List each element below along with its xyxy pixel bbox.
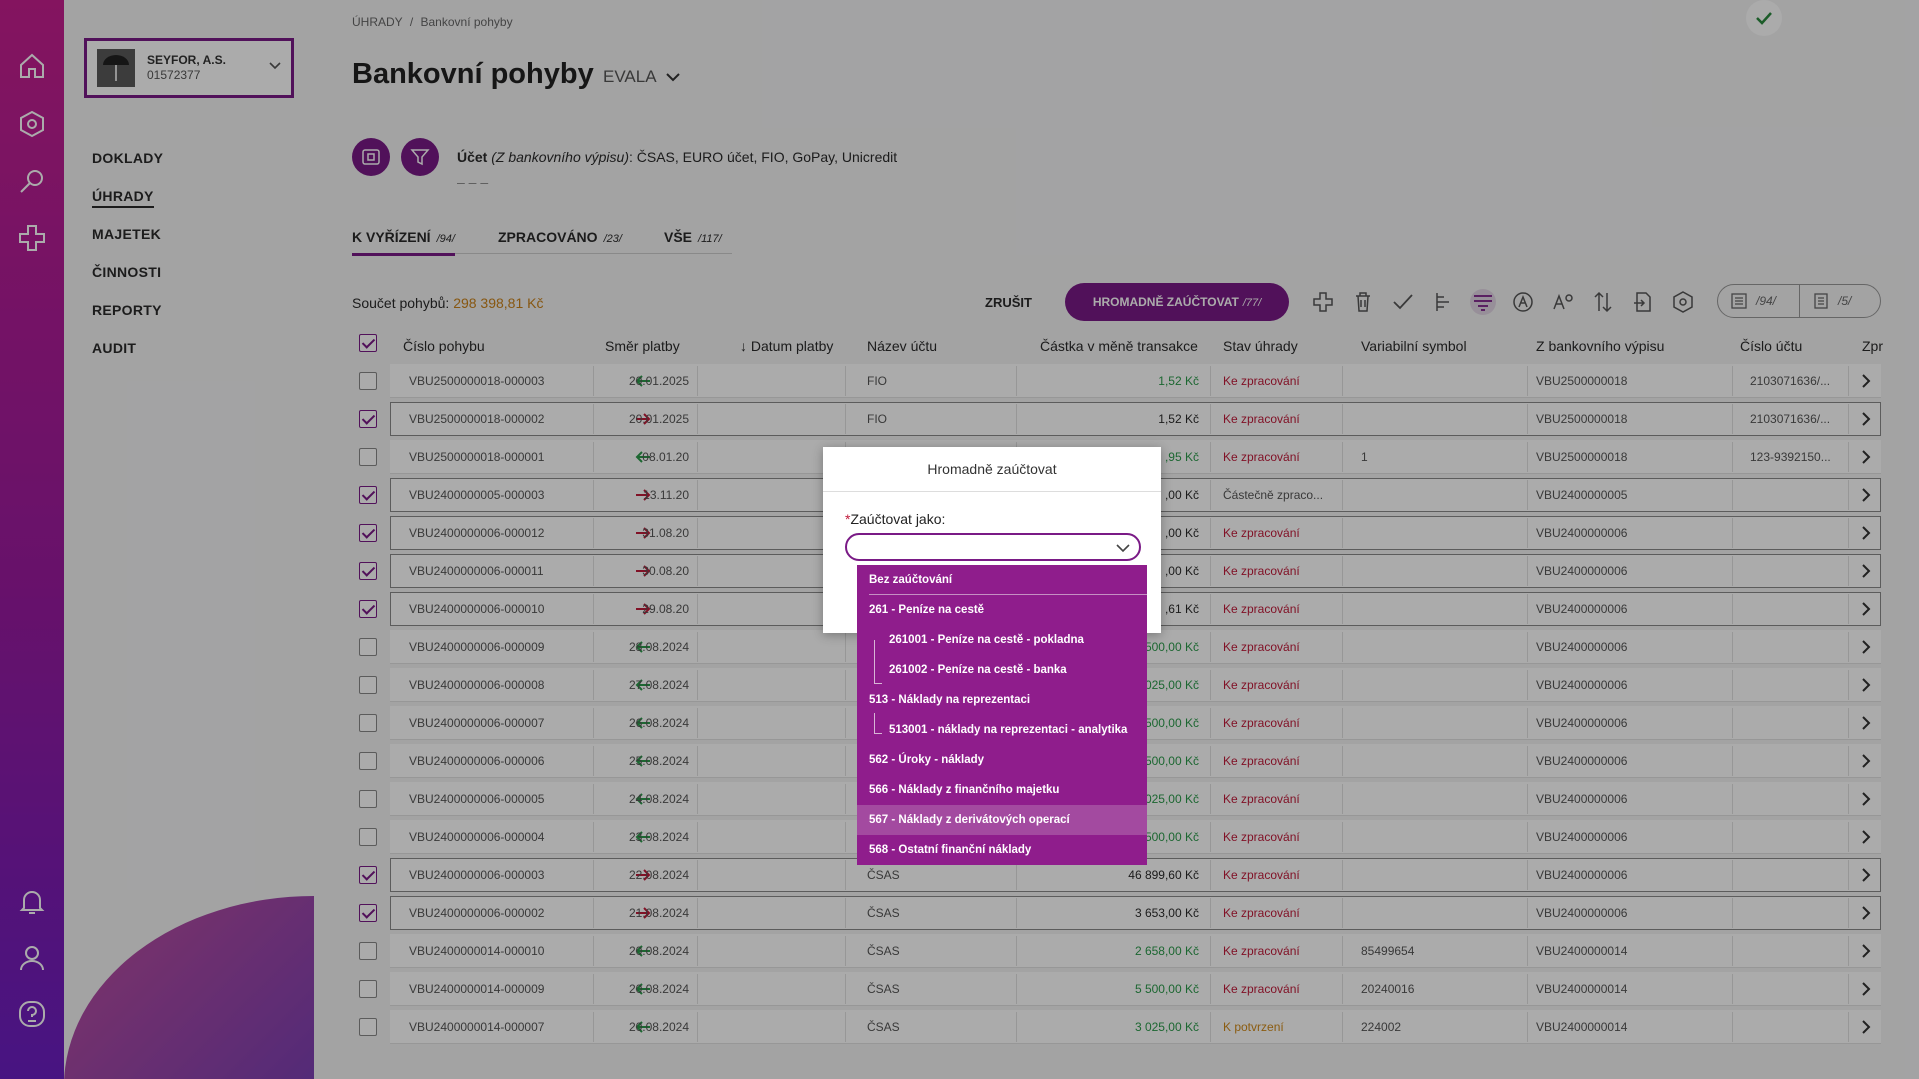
dropdown-option[interactable]: 261 - Peníze na cestě <box>857 595 1147 625</box>
dropdown-option[interactable]: 566 - Náklady z finančního majetku <box>857 775 1147 805</box>
dropdown-option[interactable]: 562 - Úroky - náklady <box>857 745 1147 775</box>
dialog-divider <box>823 491 1161 492</box>
dialog-title: Hromadně zaúčtovat <box>927 461 1057 477</box>
post-as-dropdown: Bez zaúčtování 261 - Peníze na cestě 26100… <box>857 565 1147 865</box>
dropdown-option[interactable]: 261001 - Peníze na cestě - pokladna <box>857 625 1147 655</box>
post-as-select[interactable] <box>845 533 1141 561</box>
dropdown-option[interactable]: 513001 - náklady na reprezentaci - analy… <box>857 715 1147 745</box>
dropdown-option[interactable]: Bez zaúčtování <box>869 565 1147 595</box>
dropdown-option[interactable]: 568 - Ostatní finanční náklady <box>857 835 1147 865</box>
dropdown-option[interactable]: 513 - Náklady na reprezentaci <box>857 685 1147 715</box>
dropdown-option[interactable]: 261002 - Peníze na cestě - banka <box>857 655 1147 685</box>
dropdown-option[interactable]: 567 - Náklady z derivátových operací <box>857 805 1147 835</box>
field-label-text: Zaúčtovat jako: <box>850 511 946 527</box>
field-label: *Zaúčtovat jako: <box>845 511 945 527</box>
chevron-down-icon <box>1116 544 1130 553</box>
